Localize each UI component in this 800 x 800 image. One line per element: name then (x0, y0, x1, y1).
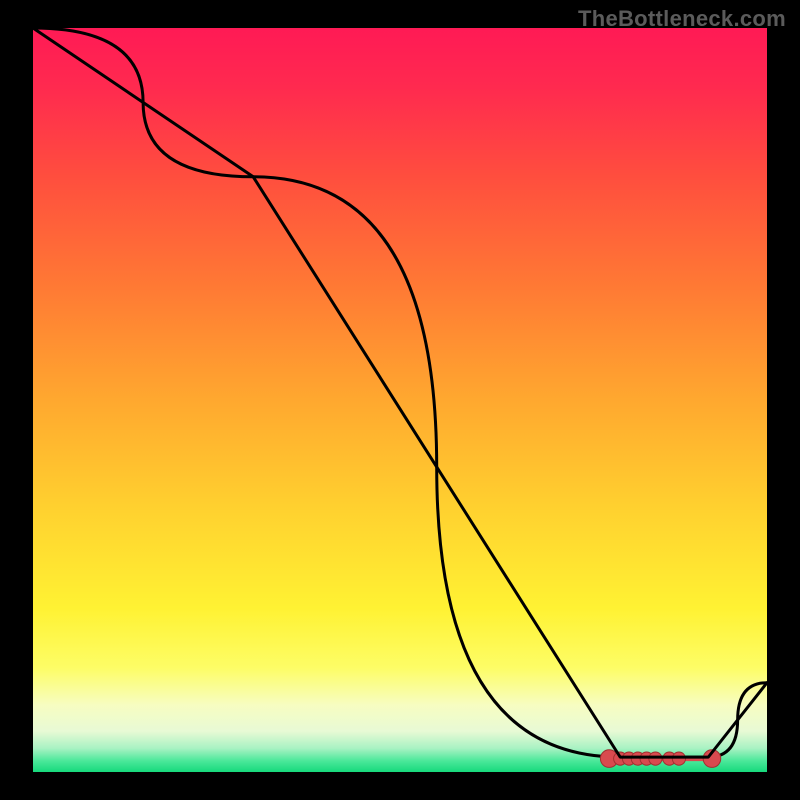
bottleneck-chart (0, 0, 800, 800)
chart-stage: TheBottleneck.com (0, 0, 800, 800)
plot-area (33, 28, 767, 772)
